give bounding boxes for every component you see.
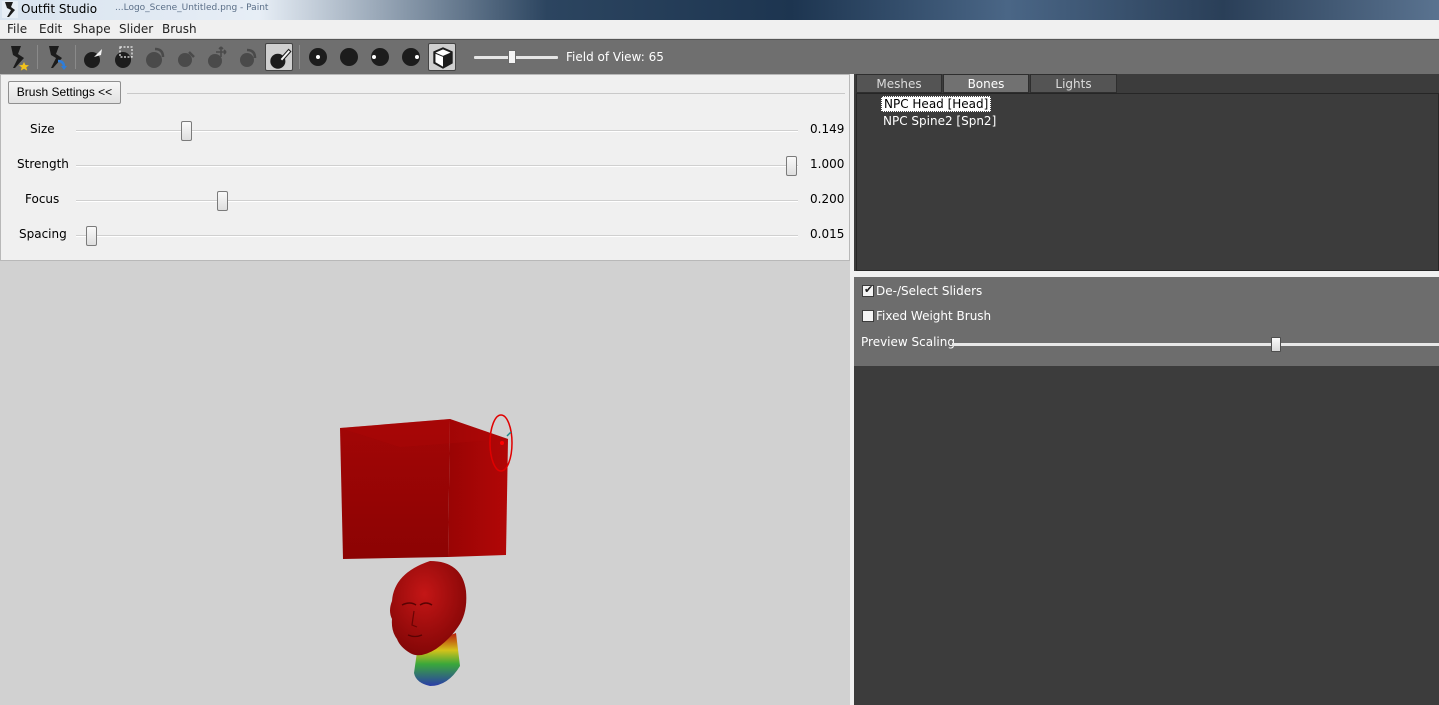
brush-settings-divider — [127, 93, 845, 94]
menu-file[interactable]: File — [7, 22, 27, 36]
menu-slider[interactable]: Slider — [119, 22, 153, 36]
mask-brush-button[interactable] — [110, 43, 138, 71]
tab-bar: Meshes Bones Lights — [854, 74, 1439, 93]
brush-settings-toggle-button[interactable]: Brush Settings << — [8, 81, 121, 104]
brush-spacing-track[interactable] — [76, 235, 798, 237]
menu-shape[interactable]: Shape — [73, 22, 111, 36]
select-brush-icon — [84, 49, 102, 68]
lighting-icon — [371, 48, 389, 66]
brush-strength-thumb[interactable] — [786, 156, 797, 176]
toolbar-separator — [37, 45, 38, 69]
background-window-title: ...Logo_Scene_Untitled.png - Paint — [115, 3, 269, 13]
brush-strength-track[interactable] — [76, 165, 798, 167]
title-bar: Outfit Studio ...Logo_Scene_Untitled.png… — [0, 0, 1439, 20]
lighting-view-button[interactable] — [366, 43, 394, 71]
preview-scaling-track — [952, 343, 1439, 346]
deflate-brush-icon — [178, 51, 195, 67]
texture-view-button[interactable] — [397, 43, 425, 71]
mask-brush-icon — [115, 46, 133, 68]
brush-focus-value: 0.200 — [810, 192, 845, 206]
bone-item-npc-head[interactable]: NPC Head [Head] — [881, 96, 992, 112]
paint-brush-icon — [270, 48, 292, 69]
brush-size-row: Size 0.149 — [1, 120, 851, 141]
weight-paint-brush-button[interactable] — [265, 43, 293, 71]
move-brush-icon — [208, 46, 227, 68]
toolbar-separator — [299, 45, 300, 69]
sphere-icon — [340, 48, 358, 66]
bone-item-npc-spine2[interactable]: NPC Spine2 [Spn2] — [881, 114, 998, 130]
deflate-brush-button[interactable] — [172, 43, 200, 71]
smooth-brush-icon — [240, 48, 257, 67]
tab-bones[interactable]: Bones — [943, 74, 1029, 93]
brush-focus-thumb[interactable] — [217, 191, 228, 211]
lower-panel — [854, 366, 1439, 705]
menu-brush[interactable]: Brush — [162, 22, 197, 36]
brush-size-value: 0.149 — [810, 122, 845, 136]
mask-view-button[interactable] — [428, 43, 456, 71]
checkmark-icon: ✔ — [864, 283, 874, 296]
load-outfit-button[interactable] — [42, 43, 70, 71]
field-of-view-track — [474, 56, 558, 59]
cube-icon — [433, 47, 453, 69]
field-of-view-thumb[interactable] — [508, 50, 516, 64]
menu-bar: File Edit Shape Slider Brush — [0, 20, 1439, 39]
brush-focus-row: Focus 0.200 — [1, 190, 851, 211]
viewport-scene — [340, 414, 513, 686]
brush-settings-panel: Brush Settings << Size 0.149 Strength 1.… — [0, 74, 850, 261]
select-brush-button[interactable] — [79, 43, 107, 71]
wireframe-view-button[interactable] — [335, 43, 363, 71]
brush-size-thumb[interactable] — [181, 121, 192, 141]
outfit-studio-logo-icon — [2, 1, 18, 18]
preview-scaling-label: Preview Scaling — [861, 335, 955, 349]
tab-lights[interactable]: Lights — [1030, 74, 1117, 93]
deselect-sliders-label: De-/Select Sliders — [876, 284, 983, 298]
vertex-view-button[interactable] — [304, 43, 332, 71]
menu-edit[interactable]: Edit — [39, 22, 62, 36]
brush-spacing-thumb[interactable] — [86, 226, 97, 246]
inflate-brush-button[interactable] — [141, 43, 169, 71]
toolbar-separator — [75, 45, 76, 69]
bone-list: NPC Head [Head] NPC Spine2 [Spn2] — [856, 93, 1439, 271]
brush-focus-label: Focus — [25, 192, 60, 206]
inflate-brush-icon — [146, 47, 165, 68]
fixed-weight-brush-checkbox[interactable] — [862, 310, 874, 322]
field-of-view-label: Field of View: 65 — [566, 50, 664, 64]
smooth-brush-button[interactable] — [234, 43, 262, 71]
vertex-icon — [309, 48, 327, 66]
brush-spacing-row: Spacing 0.015 — [1, 225, 851, 246]
field-of-view-slider[interactable] — [474, 50, 558, 64]
toolbar: Field of View: 65 — [0, 39, 1439, 74]
deselect-sliders-checkbox[interactable]: ✔ — [862, 283, 874, 297]
brush-spacing-value: 0.015 — [810, 227, 845, 241]
brush-strength-row: Strength 1.000 — [1, 155, 851, 176]
brush-strength-label: Strength — [17, 157, 69, 171]
brush-size-label: Size — [30, 122, 55, 136]
fixed-weight-brush-label: Fixed Weight Brush — [876, 309, 992, 323]
preview-scaling-thumb[interactable] — [1271, 337, 1281, 352]
load-outfit-icon — [49, 46, 67, 70]
preview-scaling-slider[interactable] — [952, 337, 1439, 353]
brush-spacing-label: Spacing — [19, 227, 67, 241]
brush-focus-track[interactable] — [76, 200, 798, 202]
move-brush-button[interactable] — [203, 43, 231, 71]
brush-strength-value: 1.000 — [810, 157, 845, 171]
new-project-icon — [11, 46, 29, 71]
3d-viewport[interactable] — [0, 261, 850, 705]
tab-meshes[interactable]: Meshes — [856, 74, 942, 93]
new-project-button[interactable] — [4, 43, 32, 71]
brush-cursor-center — [500, 441, 504, 445]
texture-icon — [402, 48, 420, 66]
window-title: Outfit Studio — [21, 2, 98, 16]
